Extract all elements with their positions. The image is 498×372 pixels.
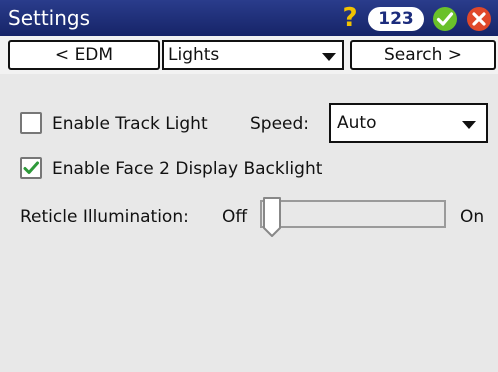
page-dropdown[interactable]: Lights [162,40,344,70]
next-search-button[interactable]: Search > [350,40,496,70]
track-light-label: Enable Track Light [52,114,208,134]
close-icon[interactable] [466,6,492,32]
back-edm-button[interactable]: < EDM [8,40,160,70]
chevron-down-icon [322,53,336,61]
ok-icon[interactable] [432,6,458,32]
reticle-slider-thumb[interactable] [262,196,282,238]
reticle-label: Reticle Illumination: [20,207,189,227]
title-bar: Settings ? 123 [0,0,498,36]
chevron-down-icon [462,121,476,129]
reticle-slider-track[interactable] [260,200,446,228]
reticle-off-label: Off [222,207,248,227]
reticle-on-label: On [460,207,485,227]
face2-backlight-checkbox[interactable] [20,157,42,179]
speed-dropdown-value: Auto [337,113,377,133]
checkmark-icon [23,161,39,174]
speed-label: Speed: [250,114,310,134]
help-icon[interactable]: ? [338,4,362,32]
window-title: Settings [8,6,91,30]
page-dropdown-value: Lights [168,45,220,65]
speed-dropdown[interactable]: Auto [329,103,488,143]
keyboard-button[interactable]: 123 [368,7,424,31]
navigation-bar: < EDM Lights Search > [0,36,498,74]
track-light-checkbox[interactable] [20,112,42,134]
face2-backlight-label: Enable Face 2 Display Backlight [52,159,323,179]
